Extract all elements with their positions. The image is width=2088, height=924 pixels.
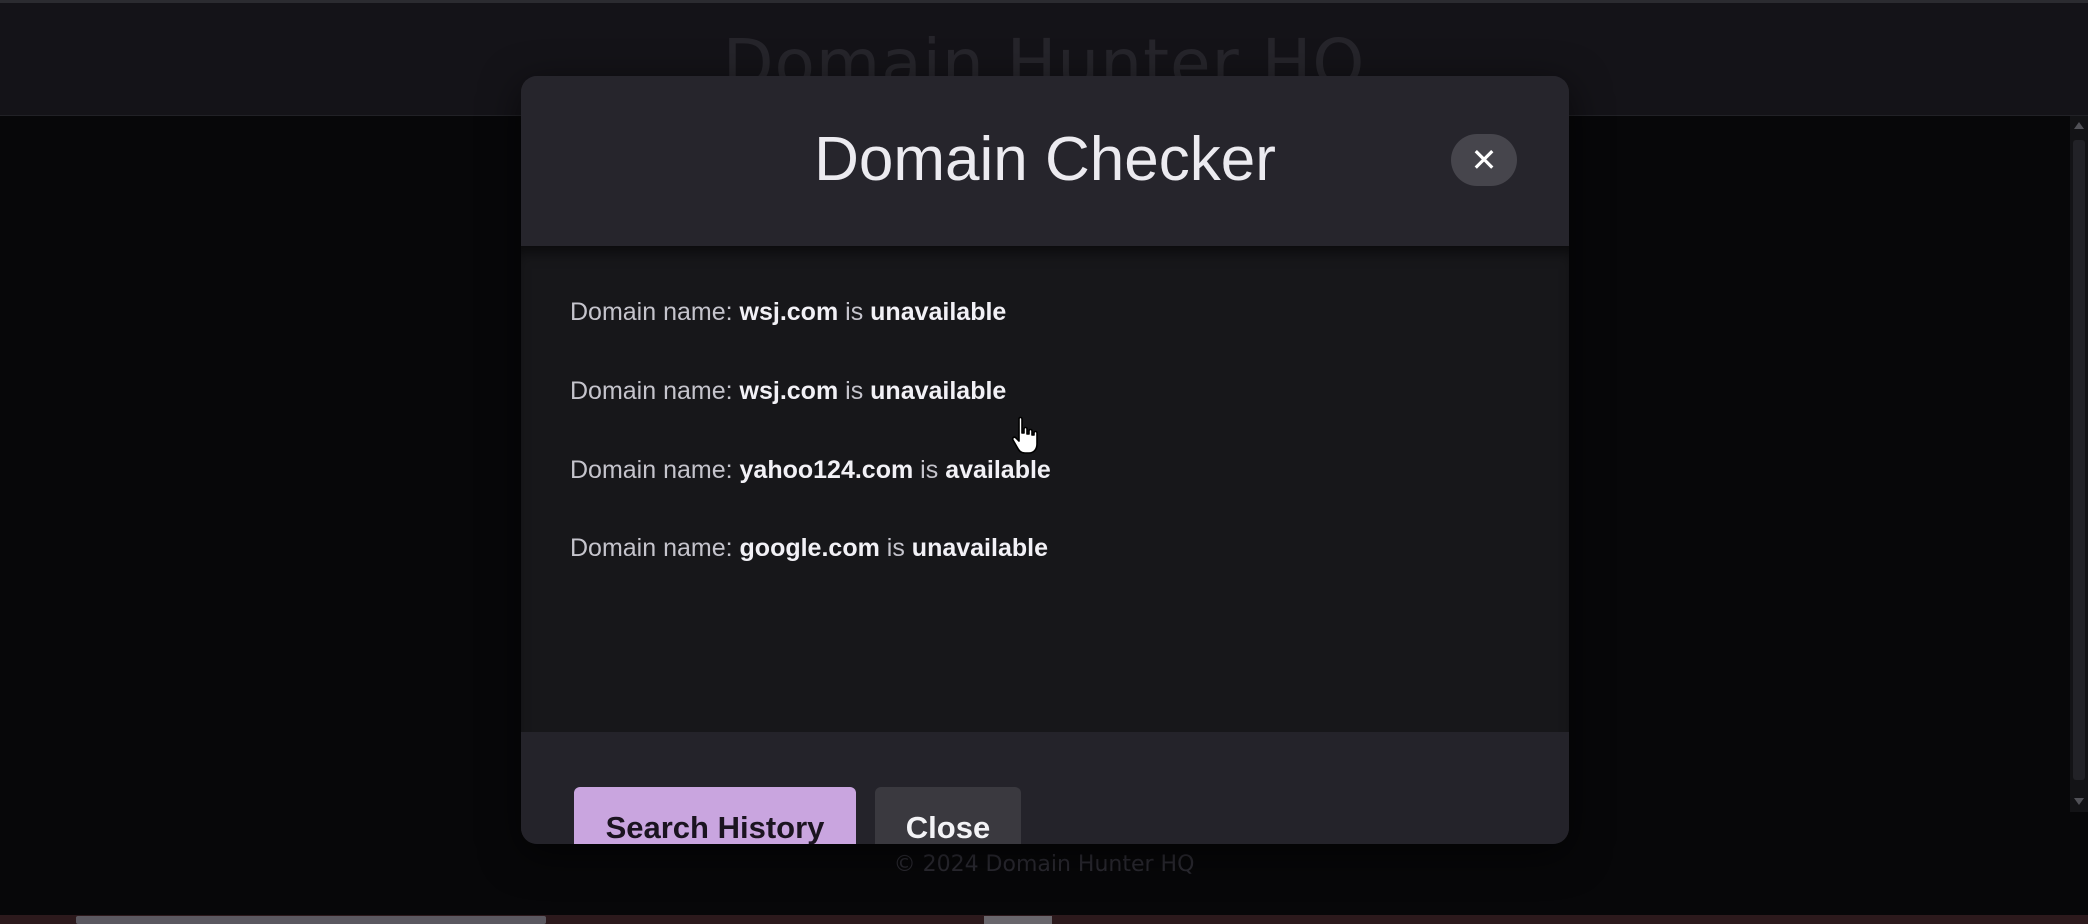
result-status: unavailable bbox=[870, 377, 1007, 405]
close-icon: ✕ bbox=[1470, 141, 1498, 179]
domain-checker-modal: Domain Checker ✕ Domain name: wsj.com is… bbox=[521, 76, 1569, 844]
hand-pointer-cursor-icon bbox=[1011, 416, 1038, 454]
result-status: unavailable bbox=[870, 298, 1007, 326]
modal-footer: Search History Close bbox=[521, 732, 1569, 844]
search-history-button[interactable]: Search History bbox=[574, 787, 856, 844]
modal-body: Domain name: wsj.com is unavailable Doma… bbox=[521, 246, 1569, 732]
result-domain: wsj.com bbox=[739, 377, 839, 405]
result-domain: google.com bbox=[739, 534, 880, 562]
result-item: Domain name: google.com is unavailable bbox=[570, 534, 1048, 562]
result-status: available bbox=[945, 456, 1051, 484]
modal-header: Domain Checker ✕ bbox=[521, 76, 1569, 246]
result-item: Domain name: wsj.com is unavailable bbox=[570, 298, 1007, 326]
result-item: Domain name: yahoo124.com is available bbox=[570, 456, 1051, 484]
result-status: unavailable bbox=[911, 534, 1048, 562]
result-domain: wsj.com bbox=[739, 298, 839, 326]
page: Domain Hunter HQ © 2024 Domain Hunter HQ… bbox=[0, 0, 2088, 924]
result-item: Domain name: wsj.com is unavailable bbox=[570, 377, 1007, 405]
close-modal-button[interactable]: ✕ bbox=[1451, 134, 1517, 186]
modal-title: Domain Checker bbox=[814, 125, 1276, 194]
result-domain: yahoo124.com bbox=[739, 456, 914, 484]
close-button[interactable]: Close bbox=[875, 787, 1021, 844]
